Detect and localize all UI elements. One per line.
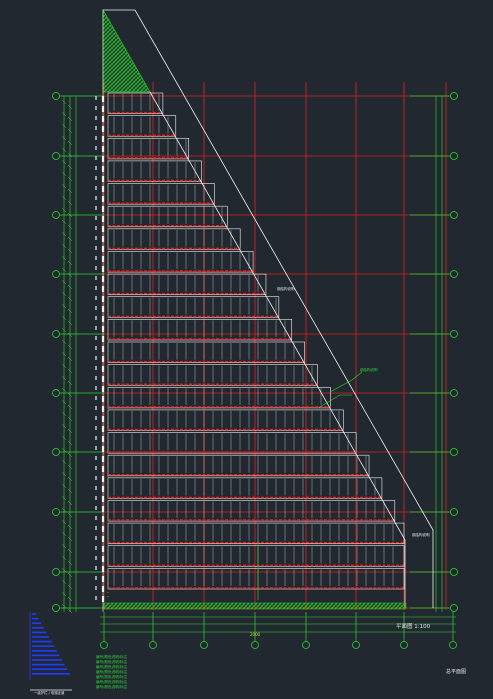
legend-note: 编号/颜色说明/标注 xyxy=(96,669,128,674)
legend-note: 编号/颜色说明/标注 xyxy=(96,674,128,679)
legend-caption: 一级护栏 / 电梯走道 xyxy=(34,690,65,695)
callout-c: 钢结构说明 xyxy=(412,532,430,537)
scale-label: 平面图 1:100 xyxy=(396,622,431,630)
legend-note: 编号/颜色说明/标注 xyxy=(96,679,128,684)
dimension-label: 2000 xyxy=(250,632,261,637)
legend-note: 编号/颜色说明/标注 xyxy=(96,659,128,664)
legend-note: 编号/颜色说明/标注 xyxy=(96,664,128,669)
callout-b: 钢结构说明 xyxy=(277,286,295,291)
cad-drawing-canvas: 平面图 1:100 总平面图 2000 钢结构说明 钢结构说明 钢结构说明 编号… xyxy=(0,0,493,699)
base-strip xyxy=(103,602,407,610)
drawing-background xyxy=(0,0,493,699)
legend-note: 编号/颜色说明/标注 xyxy=(96,684,128,689)
legend-note: 编号/颜色说明/标注 xyxy=(96,654,128,659)
callout-a: 钢结构说明 xyxy=(360,367,378,372)
sheet-title: 总平面图 xyxy=(446,668,466,675)
